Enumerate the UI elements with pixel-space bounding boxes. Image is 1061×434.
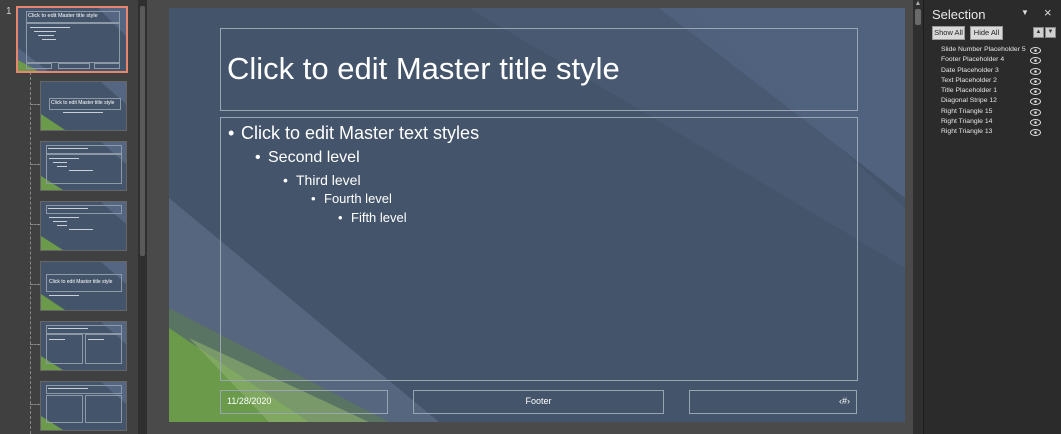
selection-item-title-placeholder[interactable]: Title Placeholder 1 — [924, 87, 1061, 97]
visibility-eye-icon[interactable] — [1030, 129, 1041, 137]
text-placeholder[interactable]: Click to edit Master text styles Second … — [220, 117, 858, 381]
slide-master-canvas[interactable]: Click to edit Master title style Click t… — [169, 8, 905, 422]
layout-thumbnail-two-content[interactable] — [40, 321, 127, 371]
layout-connector-line — [30, 72, 31, 434]
master-title-text[interactable]: Click to edit Master title style — [227, 51, 620, 87]
thumbnail-title-text: Click to edit Master title style — [51, 100, 115, 106]
selection-item-text-placeholder[interactable]: Text Placeholder 2 — [924, 77, 1061, 87]
hide-all-button[interactable]: Hide All — [970, 26, 1003, 40]
selection-item-right-triangle-13[interactable]: Right Triangle 13 — [924, 128, 1061, 138]
connector-dash — [30, 284, 40, 285]
slide-number-text[interactable]: ‹#› — [839, 396, 850, 406]
date-placeholder[interactable]: 11/28/2020 — [220, 390, 388, 414]
canvas-scrollbar[interactable]: ▲ — [913, 0, 923, 434]
layout-thumbnail-section-header[interactable] — [40, 201, 127, 251]
send-backward-icon[interactable]: ▼ — [1045, 27, 1056, 38]
connector-dash — [30, 164, 40, 165]
selection-item-label[interactable]: Footer Placeholder 4 — [941, 56, 1004, 63]
visibility-eye-icon[interactable] — [1030, 47, 1041, 54]
connector-dash — [30, 224, 40, 225]
scrollbar-thumb[interactable] — [915, 9, 921, 25]
selection-item-right-triangle-14[interactable]: Right Triangle 14 — [924, 118, 1061, 128]
selection-item-right-triangle-15[interactable]: Right Triangle 15 — [924, 108, 1061, 118]
layout-thumbnail-comparison[interactable] — [40, 381, 127, 431]
footer-text[interactable]: Footer — [414, 396, 663, 406]
selection-item-date-placeholder[interactable]: Date Placeholder 3 — [924, 67, 1061, 77]
text-level-3[interactable]: Third level — [283, 172, 361, 188]
thumbnail-title-text: Click to edit Master title style — [28, 13, 98, 19]
thumbnail-pane: 1 Click to edit Master title style Click… — [0, 0, 138, 434]
selection-item-label[interactable]: Title Placeholder 1 — [941, 87, 997, 94]
bring-forward-icon[interactable]: ▲ — [1033, 27, 1044, 38]
selection-item-footer-placeholder[interactable]: Footer Placeholder 4 — [924, 56, 1061, 66]
text-level-2[interactable]: Second level — [255, 149, 360, 167]
visibility-eye-icon[interactable] — [1030, 88, 1041, 96]
editing-canvas: Click to edit Master title style Click t… — [147, 0, 913, 434]
close-icon[interactable]: × — [1044, 5, 1052, 20]
visibility-eye-icon[interactable] — [1030, 77, 1041, 85]
selection-item-label[interactable]: Date Placeholder 3 — [941, 67, 999, 74]
selection-item-label[interactable]: Slide Number Placeholder 5 — [941, 46, 1026, 53]
visibility-eye-icon[interactable] — [1030, 119, 1041, 127]
thumbnail-scrollbar[interactable] — [138, 0, 147, 434]
slide-number-label: 1 — [6, 6, 12, 17]
pane-options-dropdown-icon[interactable]: ▼ — [1021, 8, 1029, 17]
footer-placeholder[interactable]: Footer — [413, 390, 664, 414]
connector-dash — [30, 104, 40, 105]
visibility-eye-icon[interactable] — [1030, 108, 1041, 116]
selection-pane: Selection ▼ × Show All Hide All ▲ ▼ Slid… — [923, 0, 1061, 434]
thumbnail-title-text: Click to edit Master title style — [49, 279, 113, 285]
text-level-1[interactable]: Click to edit Master text styles — [228, 123, 479, 144]
scroll-up-arrow-icon[interactable]: ▲ — [914, 0, 922, 8]
date-text[interactable]: 11/28/2020 — [227, 396, 271, 406]
connector-dash — [30, 404, 40, 405]
selection-item-label[interactable]: Diagonal Stripe 12 — [941, 97, 997, 104]
visibility-eye-icon[interactable] — [1030, 57, 1041, 65]
scrollbar-thumb[interactable] — [140, 6, 145, 256]
visibility-eye-icon[interactable] — [1030, 98, 1041, 106]
layout-thumbnail-title-content[interactable] — [40, 141, 127, 191]
show-all-button[interactable]: Show All — [932, 26, 965, 40]
text-level-4[interactable]: Fourth level — [311, 191, 392, 206]
selection-item-diagonal-stripe[interactable]: Diagonal Stripe 12 — [924, 97, 1061, 107]
visibility-eye-icon[interactable] — [1030, 67, 1041, 75]
title-placeholder[interactable]: Click to edit Master title style — [220, 28, 858, 111]
selection-item-slide-number-placeholder[interactable]: Slide Number Placeholder 5 — [924, 46, 1061, 56]
layout-thumbnail-title-slide[interactable]: Click to edit Master title style — [40, 81, 127, 131]
slide-number-placeholder[interactable]: ‹#› — [689, 390, 857, 414]
selection-pane-title: Selection — [932, 7, 986, 22]
selection-list: Slide Number Placeholder 5 Footer Placeh… — [924, 46, 1061, 139]
selection-item-label[interactable]: Right Triangle 13 — [941, 128, 992, 135]
layout-thumbnail-title-only[interactable]: Click to edit Master title style — [40, 261, 127, 311]
selection-item-label[interactable]: Right Triangle 15 — [941, 108, 992, 115]
selection-item-label[interactable]: Right Triangle 14 — [941, 118, 992, 125]
connector-dash — [30, 344, 40, 345]
slide-master-thumbnail[interactable]: Click to edit Master title style — [16, 6, 128, 73]
text-level-5[interactable]: Fifth level — [338, 210, 407, 225]
selection-item-label[interactable]: Text Placeholder 2 — [941, 77, 997, 84]
